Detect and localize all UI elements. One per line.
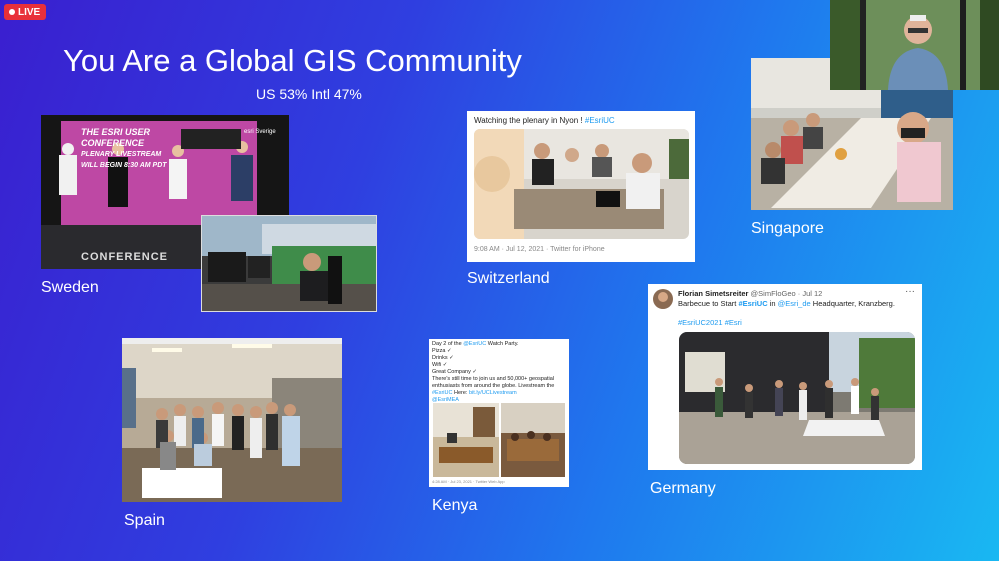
avatar[interactable] <box>653 289 673 309</box>
tweet-line-8: #EsriUC Here: bit.ly/UCLivestream <box>432 390 567 397</box>
live-badge-label: LIVE <box>18 6 41 18</box>
tweet-hashtag-link[interactable]: #EsriUC <box>585 116 615 125</box>
region-label-singapore: Singapore <box>751 220 824 237</box>
tweet-line-2: Pizza ✓ <box>432 348 452 354</box>
spain-photo <box>122 338 342 502</box>
tweet-line-1: Day 2 of the @EsriUC Watch Party. <box>432 341 567 348</box>
region-label-kenya: Kenya <box>432 497 478 514</box>
presenter-video-feed <box>830 0 999 90</box>
tweet-url-link[interactable]: bit.ly/UCLivestream <box>469 390 517 396</box>
germany-tweet-text: Barbecue to Start #EsriUC in @Esri_de He… <box>678 299 895 308</box>
kenya-tweet-text: Day 2 of the @EsriUC Watch Party. Pizza … <box>432 341 567 404</box>
kenya-tweet-card: Day 2 of the @EsriUC Watch Party. Pizza … <box>429 339 569 487</box>
tweet-hashtag-link[interactable]: #EsriUC <box>432 390 452 396</box>
tweet-mention-link[interactable]: @Esri_de <box>778 299 811 308</box>
tweet-line-7: enthusiasts from around the globe. Lives… <box>432 383 555 389</box>
switzerland-tweet-meta: 9:08 AM · Jul 12, 2021 · Twitter for iPh… <box>474 246 605 253</box>
screen-line-1: THE ESRI USER <box>81 127 151 137</box>
screen-line-3: PLENARY LIVESTREAM <box>81 151 162 158</box>
slide-stats: US 53% Intl 47% <box>256 86 362 102</box>
region-label-germany: Germany <box>650 480 716 497</box>
tweet-line-6: There's still time to join us and 50,000… <box>432 376 554 382</box>
kenya-photo-left[interactable] <box>433 403 499 477</box>
tweet-hashtags[interactable]: #EsriUC2021 #Esri <box>678 318 742 327</box>
slide-title: You Are a Global GIS Community <box>63 43 522 78</box>
tweet-line-8b: Here: <box>452 390 469 396</box>
author-handle: @SimFloGeo · Jul 12 <box>750 289 823 298</box>
sweden-control-room-photo <box>201 215 377 312</box>
live-dot-icon <box>9 9 15 15</box>
tweet-line-3: Drinks ✓ <box>432 355 454 361</box>
author-name[interactable]: Florian Simetsreiter <box>678 289 748 298</box>
tweet-body-1: Barbecue to Start <box>678 299 739 308</box>
tweet-body-3: Headquarter, Kranzberg. <box>810 299 895 308</box>
kenya-tweet-meta: 4:28 AM · Jul 23, 2021 · Twitter Web App <box>432 479 505 484</box>
screen-line-2: CONFERENCE <box>81 138 145 148</box>
region-label-spain: Spain <box>124 512 165 529</box>
tweet-hashtag-link[interactable]: #EsriUC <box>738 299 767 308</box>
switzerland-tweet-text: Watching the plenary in Nyon ! #EsriUC <box>474 115 615 126</box>
tweet-line-1c: Watch Party. <box>486 341 519 347</box>
tweet-body-2: in <box>767 299 778 308</box>
tweet-line-5: Great Company ✓ <box>432 369 477 375</box>
switzerland-tweet-photo[interactable] <box>474 129 689 239</box>
region-label-sweden: Sweden <box>41 279 99 296</box>
presentation-slide: LIVE You Are a Global GIS Community US 5… <box>0 0 999 561</box>
more-options-icon[interactable]: ··· <box>905 286 915 297</box>
screen-line-4: WILL BEGIN 8:30 AM PDT <box>81 162 167 169</box>
kenya-photo-right[interactable] <box>501 403 565 477</box>
switzerland-tweet-card: Watching the plenary in Nyon ! #EsriUC 9… <box>467 111 695 262</box>
sweden-screen-text: THE ESRI USER CONFERENCE PLENARY LIVESTR… <box>81 127 167 171</box>
sweden-screen-brand: esri Sverige <box>244 129 276 135</box>
region-label-switzerland: Switzerland <box>467 270 550 287</box>
tweet-line-4: Wifi ✓ <box>432 362 448 368</box>
tweet-line-1a: Day 2 of the <box>432 341 464 347</box>
live-badge: LIVE <box>4 4 47 20</box>
sweden-floor-text: CONFERENCE <box>81 251 169 263</box>
tweet-mention-link[interactable]: @EsriUC <box>463 341 486 347</box>
germany-tweet-card: Florian Simetsreiter @SimFloGeo · Jul 12… <box>648 284 922 470</box>
germany-tweet-photo[interactable] <box>679 332 915 464</box>
tweet-body: Watching the plenary in Nyon ! <box>474 116 585 125</box>
tweet-header: Florian Simetsreiter @SimFloGeo · Jul 12 <box>678 289 822 298</box>
